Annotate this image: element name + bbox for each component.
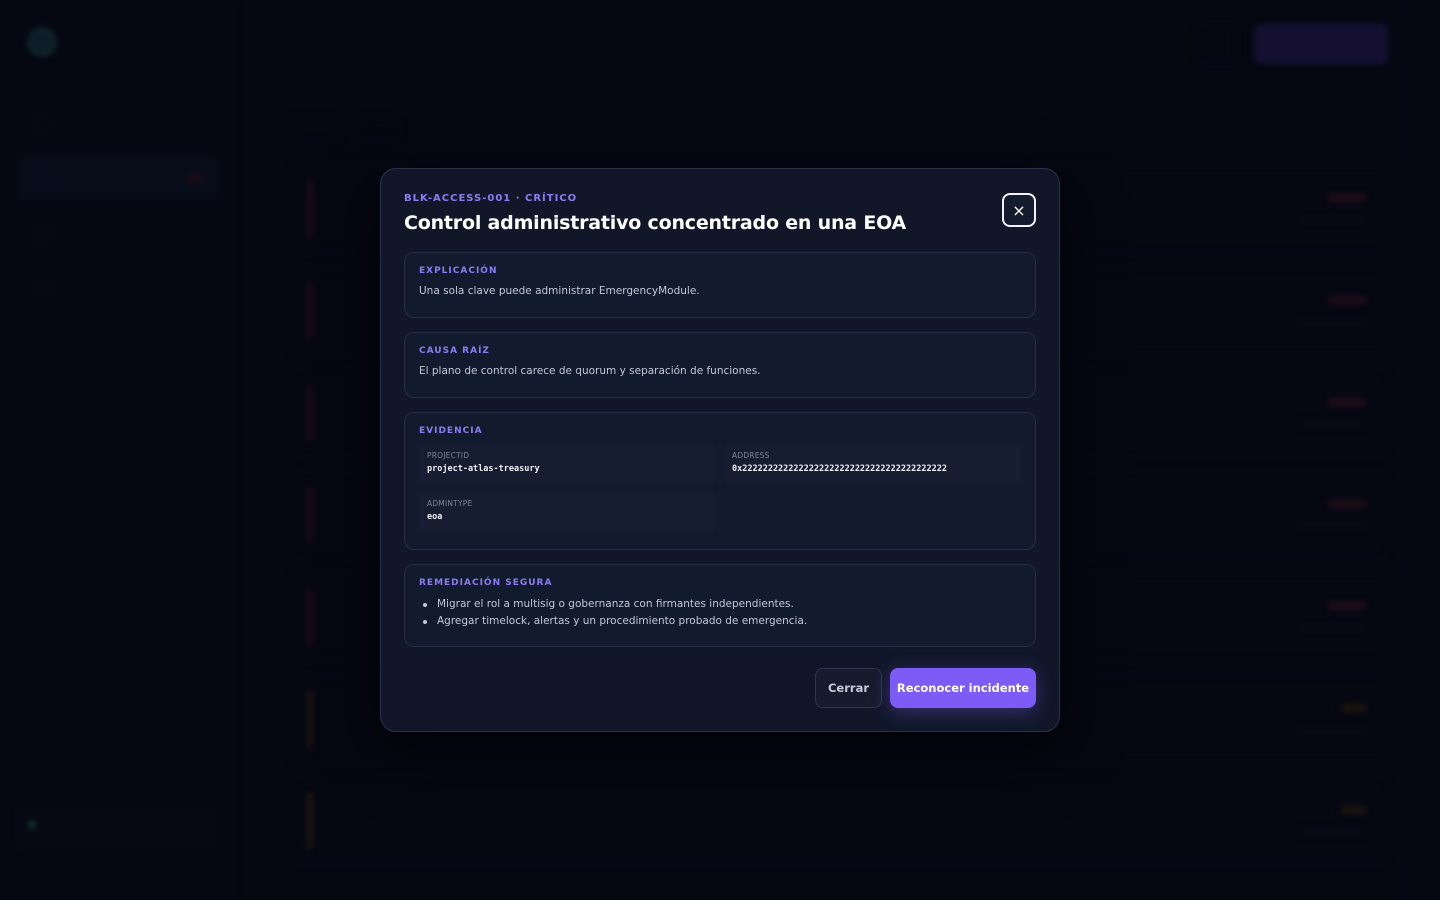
remediation-card: REMEDIACIÓN SEGURA Migrar el rol a multi… (404, 564, 1036, 647)
modal-title: Control administrativo concentrado en un… (404, 212, 907, 234)
root-cause-card: CAUSA RAÍZ El plano de control carece de… (404, 332, 1036, 398)
evidence-item: ADMINTYPE eoa (419, 492, 716, 532)
close-button[interactable]: Cerrar (815, 668, 882, 708)
evidence-label: EVIDENCIA (419, 426, 483, 436)
evidence-card: EVIDENCIA PROJECTID project-atlas-treasu… (404, 412, 1036, 550)
modal-actions: Cerrar Reconocer incidente (815, 668, 1036, 708)
evidence-value: 0x22222222222222222222222222222222222222… (732, 464, 947, 474)
explanation-card: EXPLICACIÓN Una sola clave puede adminis… (404, 252, 1036, 318)
evidence-key: PROJECTID (427, 451, 470, 460)
explanation-text: Una sola clave puede administrar Emergen… (419, 285, 700, 297)
evidence-key: ADMINTYPE (427, 499, 473, 508)
root-cause-label: CAUSA RAÍZ (419, 346, 490, 356)
root-cause-text: El plano de control carece de quorum y s… (419, 365, 761, 377)
remediation-item: Migrar el rol a multisig o gobernanza co… (419, 596, 1021, 613)
evidence-key: ADDRESS (732, 451, 770, 460)
acknowledge-incident-button[interactable]: Reconocer incidente (890, 668, 1036, 708)
remediation-item: Agregar timelock, alertas y un procedimi… (419, 613, 1021, 630)
evidence-grid: PROJECTID project-atlas-treasury ADDRESS… (419, 444, 1021, 532)
evidence-value: project-atlas-treasury (427, 464, 540, 474)
evidence-value: eoa (427, 512, 443, 522)
incident-detail-modal: BLK-ACCESS-001 · CRÍTICO Control adminis… (380, 168, 1060, 732)
evidence-item: ADDRESS 0x222222222222222222222222222222… (724, 444, 1021, 484)
remediation-list: Migrar el rol a multisig o gobernanza co… (419, 596, 1021, 630)
explanation-label: EXPLICACIÓN (419, 266, 498, 276)
incident-id-severity: BLK-ACCESS-001 · CRÍTICO (404, 193, 578, 204)
remediation-label: REMEDIACIÓN SEGURA (419, 578, 553, 588)
evidence-item: PROJECTID project-atlas-treasury (419, 444, 716, 484)
close-icon[interactable]: × (1002, 193, 1036, 227)
